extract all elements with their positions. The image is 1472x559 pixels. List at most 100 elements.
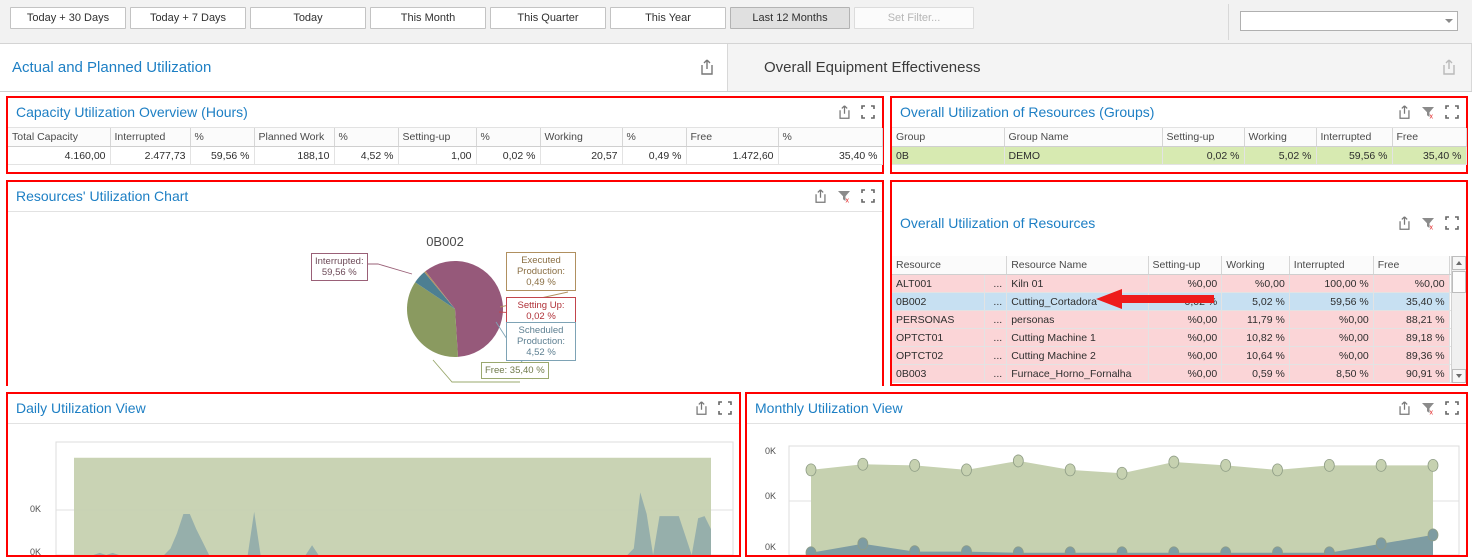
filter-clear-icon[interactable]: x — [1421, 216, 1436, 233]
table-row[interactable]: OPTCT01...Cutting Machine 1%0,0010,82 %%… — [892, 329, 1466, 347]
col-interrupted[interactable]: Interrupted — [110, 128, 190, 147]
table-row[interactable]: 0B DEMO 0,02 % 5,02 % 59,56 % 35,40 % — [892, 147, 1466, 165]
expand-icon[interactable] — [718, 401, 732, 418]
data-point-marker[interactable] — [1221, 547, 1231, 555]
data-point-marker[interactable] — [1428, 529, 1438, 541]
col-interrupted[interactable]: Interrupted — [1289, 256, 1373, 275]
resources-scrollbar[interactable] — [1451, 256, 1466, 383]
filter-button-this-year[interactable]: This Year — [610, 7, 726, 29]
data-point-marker[interactable] — [858, 458, 868, 470]
table-row[interactable]: OPTCT02...Cutting Machine 2%0,0010,64 %%… — [892, 347, 1466, 365]
filter-clear-icon[interactable]: x — [837, 189, 852, 206]
table-row[interactable]: 0B003...Furnace_Horno_Fornalha%0,000,59 … — [892, 365, 1466, 383]
col-resource[interactable]: Resource — [892, 256, 1007, 275]
data-point-marker[interactable] — [1324, 459, 1334, 471]
resources-table: Resource Resource Name Setting-up Workin… — [892, 256, 1466, 383]
data-point-marker[interactable] — [1273, 547, 1283, 555]
table-row[interactable]: ALT001...Kiln 01%0,00%0,00100,00 %%0,00 — [892, 275, 1466, 293]
pie-callout-interrupted: Interrupted: 59,56 % — [311, 253, 368, 281]
expand-icon[interactable] — [1445, 401, 1459, 418]
scroll-down-icon[interactable] — [1452, 369, 1466, 383]
col-total-capacity[interactable]: Total Capacity — [8, 128, 110, 147]
data-point-marker[interactable] — [1376, 538, 1386, 550]
filter-clear-icon[interactable]: x — [1421, 105, 1436, 122]
export-icon[interactable] — [699, 58, 715, 76]
cell-resource: 0B003 — [892, 365, 984, 383]
col-working[interactable]: Working — [1222, 256, 1290, 275]
filter-button-this-quarter[interactable]: This Quarter — [490, 7, 606, 29]
cell-planned-work-pct: 4,52 % — [334, 147, 398, 165]
data-point-marker[interactable] — [1428, 459, 1438, 471]
filter-button-this-month[interactable]: This Month — [370, 7, 486, 29]
monthly-y-tick-1: 0K — [765, 491, 776, 501]
export-icon[interactable] — [1397, 215, 1412, 234]
data-point-marker[interactable] — [806, 547, 816, 555]
export-icon[interactable] — [1441, 58, 1457, 76]
col-working[interactable]: Working — [540, 128, 622, 147]
callout-line-1: Scheduled — [519, 325, 564, 336]
export-icon[interactable] — [694, 400, 709, 419]
col-planned-work[interactable]: Planned Work — [254, 128, 334, 147]
data-point-marker[interactable] — [1117, 467, 1127, 479]
data-point-marker[interactable] — [1013, 547, 1023, 555]
expand-icon[interactable] — [1445, 105, 1459, 122]
col-working-pct[interactable]: % — [622, 128, 686, 147]
data-point-marker[interactable] — [1376, 459, 1386, 471]
pie-callout-setting-up: Setting Up: 0,02 % — [506, 297, 576, 325]
col-free[interactable]: Free — [1373, 256, 1449, 275]
col-group[interactable]: Group — [892, 128, 1004, 147]
data-point-marker[interactable] — [1013, 455, 1023, 467]
export-icon[interactable] — [1397, 400, 1412, 419]
col-setting-up[interactable]: Setting-up — [1148, 256, 1222, 275]
data-point-marker[interactable] — [910, 546, 920, 555]
col-resource-name[interactable]: Resource Name — [1007, 256, 1148, 275]
col-free[interactable]: Free — [1392, 128, 1466, 147]
data-point-marker[interactable] — [962, 464, 972, 476]
col-working[interactable]: Working — [1244, 128, 1316, 147]
data-point-marker[interactable] — [1117, 547, 1127, 555]
resource-select[interactable] — [1240, 11, 1458, 31]
filter-button-set-filter[interactable]: Set Filter... — [854, 7, 974, 29]
col-interrupted-pct[interactable]: % — [190, 128, 254, 147]
col-planned-work-pct[interactable]: % — [334, 128, 398, 147]
expand-icon[interactable] — [861, 189, 875, 206]
table-row[interactable]: 0B002...Cutting_Cortadora0,02 %5,02 %59,… — [892, 293, 1466, 311]
data-point-marker[interactable] — [1065, 547, 1075, 555]
export-icon[interactable] — [837, 104, 852, 123]
expand-icon[interactable] — [861, 105, 875, 122]
table-row[interactable]: 4.160,00 2.477,73 59,56 % 188,10 4,52 % … — [8, 147, 882, 165]
data-point-marker[interactable] — [858, 538, 868, 550]
cell-interrupted: 2.477,73 — [110, 147, 190, 165]
svg-text:x: x — [1430, 410, 1434, 416]
tab-actual-and-planned-utilization[interactable]: Actual and Planned Utilization — [0, 44, 727, 91]
data-point-marker[interactable] — [910, 459, 920, 471]
filter-clear-icon[interactable]: x — [1421, 401, 1436, 418]
data-point-marker[interactable] — [1273, 464, 1283, 476]
data-point-marker[interactable] — [1221, 459, 1231, 471]
data-point-marker[interactable] — [1169, 547, 1179, 555]
tab-overall-equipment-effectiveness[interactable]: Overall Equipment Effectiveness — [727, 44, 1472, 91]
filter-button-last-12-months[interactable]: Last 12 Months — [730, 7, 850, 29]
export-icon[interactable] — [813, 188, 828, 207]
scroll-up-icon[interactable] — [1452, 256, 1466, 270]
col-setting-up[interactable]: Setting-up — [1162, 128, 1244, 147]
col-group-name[interactable]: Group Name — [1004, 128, 1162, 147]
data-point-marker[interactable] — [1324, 547, 1334, 555]
export-icon[interactable] — [1397, 104, 1412, 123]
filter-button-today[interactable]: Today — [250, 7, 366, 29]
data-point-marker[interactable] — [806, 464, 816, 476]
filter-button-today-7-days[interactable]: Today + 7 Days — [130, 7, 246, 29]
expand-icon[interactable] — [1445, 216, 1459, 233]
col-free[interactable]: Free — [686, 128, 778, 147]
data-point-marker[interactable] — [1169, 456, 1179, 468]
scrollbar-thumb[interactable] — [1452, 271, 1466, 293]
col-setting-up[interactable]: Setting-up — [398, 128, 476, 147]
filter-button-today-30-days[interactable]: Today + 30 Days — [10, 7, 126, 29]
col-setting-up-pct[interactable]: % — [476, 128, 540, 147]
data-point-marker[interactable] — [1065, 464, 1075, 476]
col-free-pct[interactable]: % — [778, 128, 882, 147]
table-row[interactable]: PERSONAS...personas%0,0011,79 %%0,0088,2… — [892, 311, 1466, 329]
col-interrupted[interactable]: Interrupted — [1316, 128, 1392, 147]
callout-line-2: Production: — [517, 336, 565, 347]
data-point-marker[interactable] — [962, 546, 972, 555]
